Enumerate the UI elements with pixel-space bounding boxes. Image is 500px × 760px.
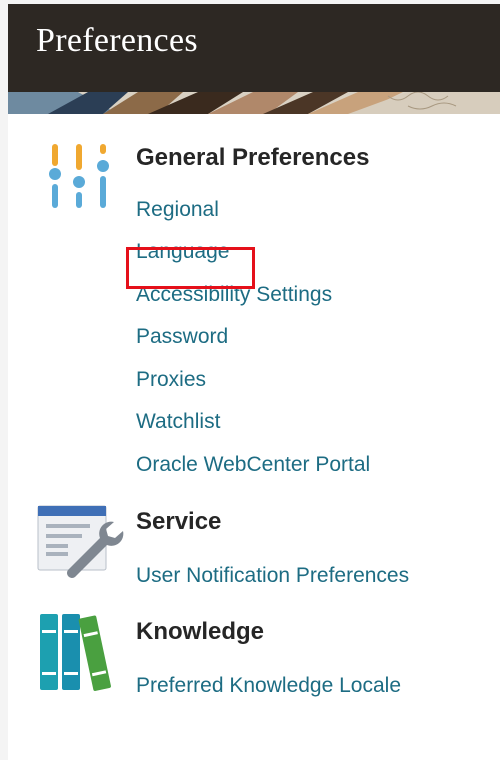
- preferences-panel: General Preferences Regional Language Ac…: [8, 114, 500, 760]
- section-knowledge: Knowledge Preferred Knowledge Locale: [8, 612, 500, 712]
- link-regional[interactable]: Regional: [136, 198, 219, 222]
- preferences-header: Preferences: [8, 4, 500, 92]
- section-title-service: Service: [136, 508, 222, 535]
- link-oracle-webcenter-portal[interactable]: Oracle WebCenter Portal: [136, 453, 370, 477]
- link-watchlist[interactable]: Watchlist: [136, 410, 220, 434]
- decorative-banner: [8, 92, 500, 114]
- service-wrench-icon: [36, 504, 124, 591]
- banner-art: [8, 92, 500, 114]
- section-general-preferences: General Preferences Regional Language Ac…: [8, 138, 500, 498]
- preferences-page: Preferences General Preferences Regional…: [0, 0, 500, 760]
- link-preferred-knowledge-locale[interactable]: Preferred Knowledge Locale: [136, 674, 401, 698]
- language-highlight-box: [126, 247, 255, 289]
- section-service: Service User Notification Preferences: [8, 502, 500, 602]
- section-title-knowledge: Knowledge: [136, 618, 265, 645]
- link-user-notification-preferences[interactable]: User Notification Preferences: [136, 564, 409, 588]
- link-password[interactable]: Password: [136, 325, 228, 349]
- section-title-general-preferences: General Preferences: [136, 144, 370, 171]
- books-icon: [38, 612, 120, 701]
- page-title: Preferences: [36, 22, 198, 59]
- link-proxies[interactable]: Proxies: [136, 368, 206, 392]
- sliders-icon: [46, 142, 112, 219]
